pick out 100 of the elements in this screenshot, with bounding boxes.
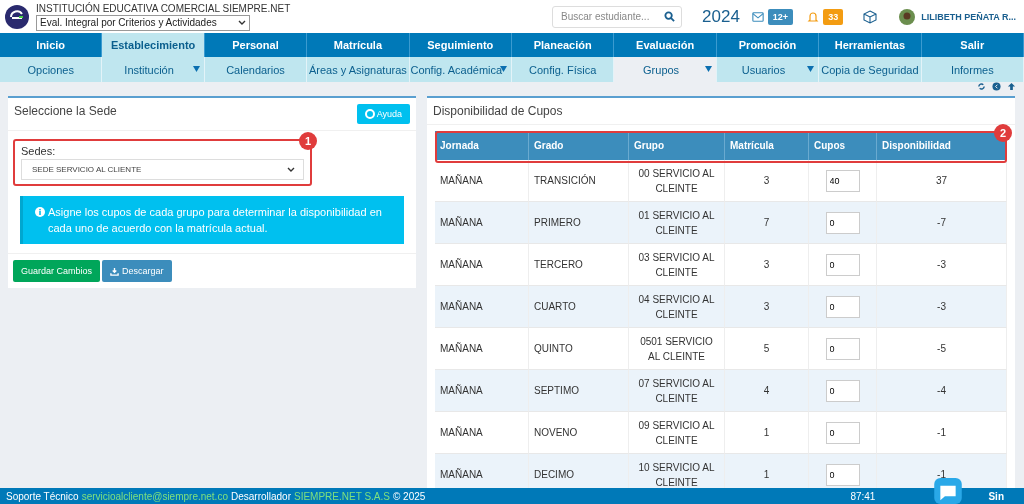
table-cell: 1 <box>725 454 809 488</box>
table-cell: MAÑANA <box>435 328 529 370</box>
support-label: Soporte Técnico <box>6 490 79 502</box>
cupos-input[interactable]: 0 <box>825 337 860 360</box>
message-count-badge: 12+ <box>767 8 794 25</box>
mode-select[interactable]: Eval. Integral por Criterios y Actividades <box>36 14 250 31</box>
table-cell: MAÑANA <box>435 370 529 412</box>
table-cell: MAÑANA <box>435 244 529 286</box>
cupos-input[interactable]: 0 <box>825 379 860 402</box>
step-number-badge: 1 <box>299 132 317 150</box>
submenu-tab[interactable]: Opciones <box>0 57 103 82</box>
table-cell: MAÑANA <box>435 412 529 454</box>
mail-icon[interactable] <box>751 10 764 23</box>
chevron-down-icon <box>238 19 246 26</box>
search-field[interactable]: Buscar estudiante... <box>552 5 683 28</box>
table-cell: TRANSICIÓN <box>529 160 629 202</box>
table-cell: -1 <box>877 412 1007 454</box>
caret-icon <box>704 66 712 72</box>
session-timer: 87:41 <box>850 490 876 502</box>
submenu-tab[interactable]: Áreas y Asignaturas <box>307 57 410 82</box>
field-label: Sedes: <box>21 145 57 157</box>
cupos-input[interactable]: 0 <box>825 421 860 444</box>
alert-count-badge: 33 <box>823 8 844 25</box>
back-icon[interactable] <box>992 82 1001 91</box>
download-icon <box>110 266 120 276</box>
submenu-tab[interactable]: Config. Académica <box>409 57 512 82</box>
table-cell: 3 <box>725 160 809 202</box>
table-cell: SEPTIMO <box>529 370 629 412</box>
avatar-icon[interactable] <box>899 8 916 25</box>
table-cell: 03 SERVICIO AL CLEINTE <box>629 244 725 286</box>
user-name[interactable]: LILIBETH PEÑATA R... <box>921 11 1016 22</box>
table-cell: DECIMO <box>529 454 629 488</box>
submenu-tab[interactable]: Institución <box>102 57 205 82</box>
table-cell: 00 SERVICIO AL CLEINTE <box>629 160 725 202</box>
submenu-tab[interactable]: Calendarios <box>204 57 308 82</box>
footer-logo: Sin <box>988 490 1004 502</box>
caret-icon <box>500 66 507 72</box>
developer-label: Desarrollador <box>230 490 291 502</box>
lifebuoy-icon <box>364 109 375 119</box>
column-header: Grado <box>529 131 629 160</box>
caret-icon <box>807 66 815 72</box>
cupos-input[interactable]: 0 <box>825 253 860 276</box>
submenu-tab[interactable]: Informes <box>921 57 1024 82</box>
table-cell: -3 <box>877 244 1007 286</box>
table-cell: 09 SERVICIO AL CLEINTE <box>629 412 725 454</box>
table-cell: MAÑANA <box>435 202 529 244</box>
submenu-tab[interactable]: Grupos <box>614 57 717 82</box>
logo-icon <box>4 3 30 30</box>
caret-icon <box>192 66 200 72</box>
support-email-link[interactable]: servicioalcliente@siempre.net.co <box>81 490 228 502</box>
table-cell: 4 <box>725 370 809 412</box>
cube-icon[interactable] <box>863 9 878 24</box>
column-header: Jornada <box>435 131 529 160</box>
column-header: Grupo <box>629 131 725 160</box>
column-header: Matrícula <box>725 131 809 160</box>
table-cell: CUARTO <box>529 286 629 328</box>
submenu-tab[interactable]: Copia de Seguridad <box>819 57 922 82</box>
cupos-input[interactable]: 40 <box>825 169 860 192</box>
table-cell: PRIMERO <box>529 202 629 244</box>
download-button[interactable]: Descargar <box>102 260 172 282</box>
chevron-down-icon <box>287 166 295 173</box>
refresh-icon[interactable] <box>977 82 986 91</box>
table-cell: 10 SERVICIO AL CLEINTE <box>629 454 725 488</box>
submenu-tab[interactable]: Usuarios <box>716 57 820 82</box>
table-cell: -3 <box>877 286 1007 328</box>
panel-title: Seleccione la Sede <box>14 104 117 118</box>
table-cell: MAÑANA <box>435 160 529 202</box>
up-arrow-icon[interactable] <box>1007 82 1016 91</box>
info-icon <box>35 207 45 217</box>
table-cell: 37 <box>877 160 1007 202</box>
developer-link[interactable]: SIEMPRE.NET S.A.S <box>294 490 390 502</box>
search-icon[interactable] <box>664 11 676 22</box>
cupos-input[interactable]: 0 <box>825 295 860 318</box>
cupos-input[interactable]: 0 <box>825 463 860 486</box>
table-cell: 04 SERVICIO AL CLEINTE <box>629 286 725 328</box>
copyright-text: © 2025 <box>392 490 426 502</box>
column-header: Cupos <box>809 131 877 160</box>
table-cell: TERCERO <box>529 244 629 286</box>
table-cell: 1 <box>725 412 809 454</box>
table-cell: MAÑANA <box>435 454 529 488</box>
table-cell: NOVENO <box>529 412 629 454</box>
menu-tab[interactable]: Establecimiento <box>102 33 205 57</box>
panel-title: Disponibilidad de Cupos <box>433 104 563 118</box>
table-cell: 01 SERVICIO AL CLEINTE <box>629 202 725 244</box>
table-cell: 0501 SERVICIO AL CLEINTE <box>629 328 725 370</box>
table-cell: -7 <box>877 202 1007 244</box>
table-cell: -4 <box>877 370 1007 412</box>
table-cell: -5 <box>877 328 1007 370</box>
table-cell: 3 <box>725 244 809 286</box>
institution-name: INSTITUCIÓN EDUCATIVA COMERCIAL SIEMPRE.NET <box>36 2 292 15</box>
table-cell: 5 <box>725 328 809 370</box>
cupos-input[interactable]: 0 <box>825 211 860 234</box>
table-cell: 7 <box>725 202 809 244</box>
table-cell: 3 <box>725 286 809 328</box>
table-cell: QUINTO <box>529 328 629 370</box>
table-cell: -1 <box>877 454 1007 488</box>
table-cell: MAÑANA <box>435 286 529 328</box>
save-button[interactable]: Guardar Cambios <box>13 260 101 282</box>
info-message: Asigne los cupos de cada grupo para determinar la disponibilidad en cada uno de acuerdo con la matrícula actual. <box>48 205 383 236</box>
sede-select[interactable]: SEDE SERVICIO AL CLIENTE <box>21 159 304 180</box>
